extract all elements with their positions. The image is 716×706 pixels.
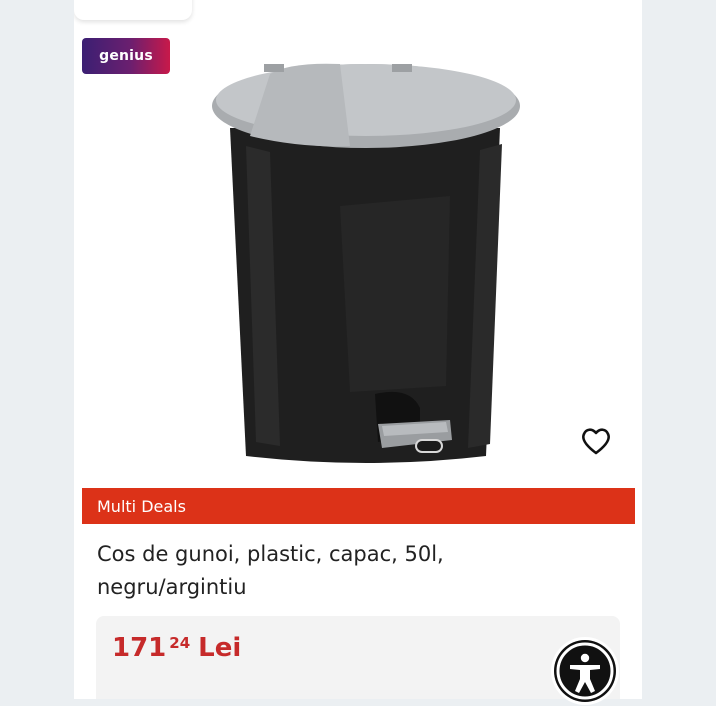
price-box: 171 24 Lei [96,616,620,699]
product-title-line2: negru/argintiu [97,575,247,599]
top-tab-edge [74,0,192,20]
price-integer: 171 [112,633,167,663]
product-title-line1: Cos de gunoi, plastic, capac, 50l, [97,542,444,566]
multi-deals-banner: Multi Deals [82,488,635,524]
accessibility-icon[interactable] [550,636,620,706]
price: 171 24 Lei [112,632,241,664]
genius-badge: genius [82,38,170,74]
price-currency: Lei [198,633,242,663]
product-card[interactable]: genius Multi Deals Cos de gunoi, plastic… [74,0,642,699]
product-title[interactable]: Cos de gunoi, plastic, capac, 50l, negru… [97,538,617,604]
price-decimals: 24 [169,634,191,652]
favorite-heart-icon[interactable] [579,424,613,458]
multi-deals-label: Multi Deals [97,496,186,516]
genius-badge-label: genius [99,48,153,64]
product-image[interactable] [210,56,522,468]
